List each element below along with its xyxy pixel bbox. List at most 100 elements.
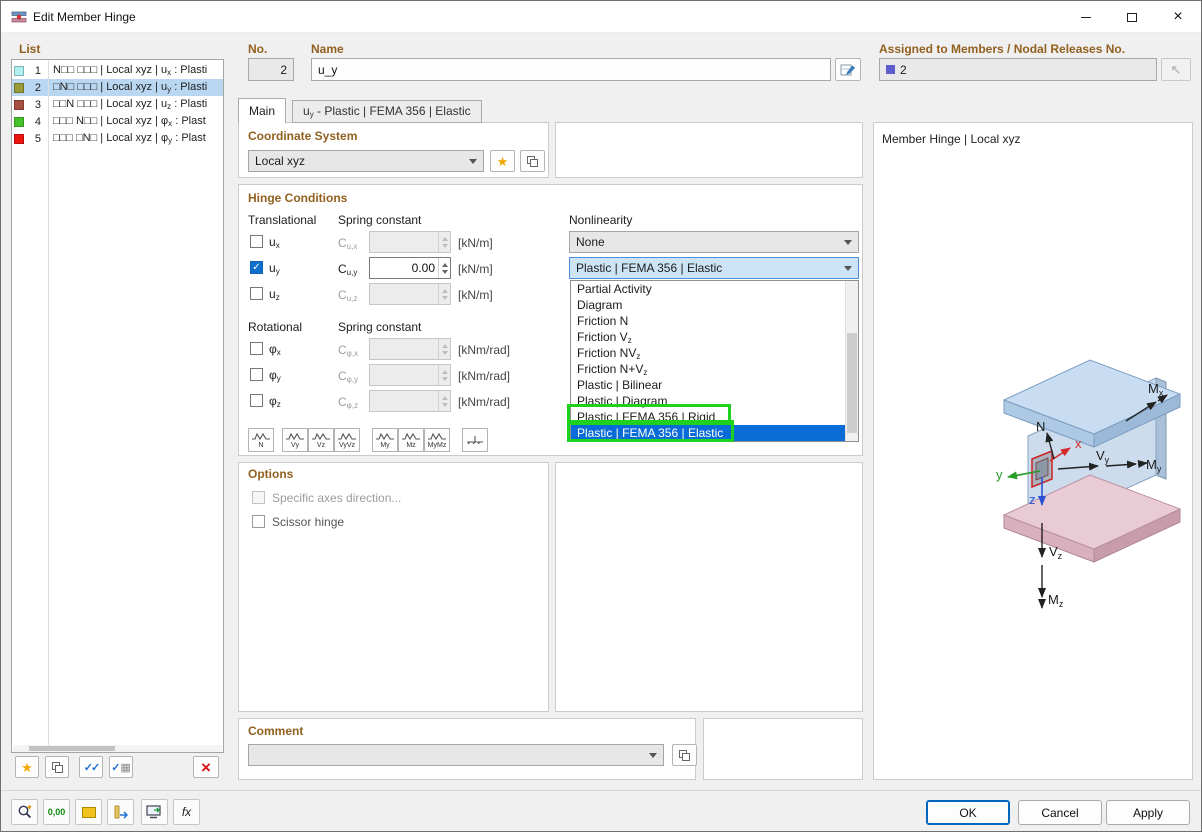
decimal-places-button[interactable]: 0,00 [43,799,70,825]
no-label: No. [248,42,267,56]
list-item-number: 5 [24,133,41,145]
apply-button[interactable]: Apply [1106,800,1190,825]
quick-hinge-n-button[interactable]: N [248,428,274,452]
scrollbar-thumb[interactable] [29,746,115,751]
new-coordinate-system-button[interactable]: ★ [490,150,515,172]
checkbox-phix[interactable] [250,342,263,355]
quick-hinge-vy-button[interactable]: Vy [282,428,308,452]
spinner-arrows-icon[interactable] [438,232,450,252]
spinner-arrows-icon[interactable] [438,284,450,304]
tab-main[interactable]: Main [238,98,286,123]
new-hinge-button[interactable]: ★ [15,756,39,778]
list-item-label: N□□ □□□ | Local xyz | ux : Plasti [49,64,207,77]
quick-hinge-mz-button[interactable]: Mz [398,428,424,452]
list-item-3[interactable]: 3 □□N □□□ | Local xyz | uz : Plasti [12,96,223,113]
checkbox-uz[interactable] [250,287,263,300]
cuy-spinner[interactable]: 0.00 [369,257,451,279]
checkbox-scissor-hinge[interactable] [252,515,265,528]
checkbox-ux[interactable] [250,235,263,248]
zoom-edit-button[interactable] [11,799,38,825]
dropdown-item-plastic-fema-rigid[interactable]: Plastic | FEMA 356 | Rigid [571,409,858,425]
axes-icon [113,804,129,820]
color-legend-button[interactable] [75,799,102,825]
copy-icon [52,762,63,773]
empty-box-top-right [555,122,863,178]
nonlinearity-ux-combo[interactable]: None [569,231,859,253]
dropdown-item-plastic-fema-elastic-selected[interactable]: Plastic | FEMA 356 | Elastic [571,425,858,441]
quick-hinge-reset-button[interactable] [462,428,488,452]
maximize-icon [1127,13,1137,22]
dropdown-item-friction-n[interactable]: Friction N [571,313,858,329]
spinner-arrows-icon[interactable] [438,339,450,359]
quick-button-label: Vy [291,442,299,449]
display-settings-button[interactable] [141,799,168,825]
dropdown-item-friction-vz[interactable]: Friction Vz [571,329,858,345]
coordinate-system-combo[interactable]: Local xyz [248,150,484,172]
list-item-2-selected[interactable]: 2 □N□ □□□ | Local xyz | uy : Plasti [12,79,223,96]
list-item-5[interactable]: 5 □□□ □N□ | Local xyz | φy : Plast [12,130,223,147]
dropdown-item-friction-nvz[interactable]: Friction NVz [571,345,858,361]
checkbox-phiy[interactable] [250,368,263,381]
edit-coordinate-system-button[interactable] [520,150,545,172]
uy-unit: [kN/m] [458,262,493,276]
quick-button-label: MyMz [428,442,447,449]
hinge-3d-viewport[interactable]: Member Hinge | Local xyz [873,122,1193,780]
specific-axes-label: Specific axes direction... [272,491,401,505]
nonlinearity-uy-combo-open[interactable]: Plastic | FEMA 356 | Elastic [569,257,859,279]
quick-hinge-vz-button[interactable]: Vz [308,428,334,452]
check-selected-button[interactable]: ✓▦ [109,756,133,778]
chevron-down-icon [649,753,657,758]
copy-hinge-button[interactable] [45,756,69,778]
uy-label: uy [269,261,280,276]
tab-main-label: Main [249,104,275,118]
quick-hinge-mymz-button[interactable]: MyMz [424,428,450,452]
spring-icon [311,432,331,441]
ok-label: OK [959,806,976,820]
quick-button-label: My [380,442,389,449]
pick-members-button[interactable]: ↖ [1161,58,1191,81]
spinner-arrows-icon[interactable] [438,365,450,385]
spring-constant-label: Spring constant [338,213,421,227]
list-header: List [19,42,40,56]
cancel-button[interactable]: Cancel [1018,800,1102,825]
name-label: Name [311,42,344,56]
quick-hinge-vyvz-button[interactable]: VyVz [334,428,360,452]
ok-button[interactable]: OK [926,800,1010,825]
pick-arrow-icon: ↖ [1171,62,1182,78]
list-horizontal-scrollbar[interactable] [13,745,222,752]
viewport-title: Member Hinge | Local xyz [882,132,1021,146]
name-input[interactable] [311,58,831,81]
dropdown-item-plastic-diagram[interactable]: Plastic | Diagram [571,393,858,409]
phiy-unit: [kNm/rad] [458,369,510,383]
list-item-4[interactable]: 4 □□□ N□□ | Local xyz | φx : Plast [12,113,223,130]
minimize-button[interactable] [1063,1,1109,33]
member-color-swatch [886,65,895,74]
spinner-arrows-icon[interactable] [438,391,450,411]
hinge-number-field: 2 [248,58,294,81]
tab-uy-plastic-fema[interactable]: uy - Plastic | FEMA 356 | Elastic [292,100,482,123]
quick-hinge-my-button[interactable]: My [372,428,398,452]
list-column-divider [48,60,49,745]
copy-comment-button[interactable] [672,744,697,766]
dropdown-item-friction-n-plus-vz[interactable]: Friction N+Vz [571,361,858,377]
edit-name-button[interactable] [835,58,861,81]
dropdown-item-partial-activity[interactable]: Partial Activity [571,281,858,297]
check-all-button[interactable]: ✓✓ [79,756,103,778]
axes-toggle-button[interactable] [107,799,134,825]
spinner-arrows-icon[interactable] [438,258,450,278]
scrollbar-thumb[interactable] [847,333,857,433]
function-button[interactable]: fx [173,799,200,825]
edit-member-hinge-dialog: Edit Member Hinge × List 1 N□□ □□□ | Loc… [0,0,1202,832]
maximize-button[interactable] [1109,1,1155,33]
close-button[interactable]: × [1155,1,1201,33]
list-item-1[interactable]: 1 N□□ □□□ | Local xyz | ux : Plasti [12,62,223,79]
comment-combo[interactable] [248,744,664,766]
dropdown-scrollbar[interactable] [845,281,858,441]
checkbox-uy-checked[interactable] [250,261,263,274]
delete-hinge-button[interactable]: × [193,756,219,778]
checkbox-phiz[interactable] [250,394,263,407]
list-item-label: □□N □□□ | Local xyz | uz : Plasti [49,98,207,111]
dropdown-item-diagram[interactable]: Diagram [571,297,858,313]
cphix-spinner [369,338,451,360]
dropdown-item-plastic-bilinear[interactable]: Plastic | Bilinear [571,377,858,393]
